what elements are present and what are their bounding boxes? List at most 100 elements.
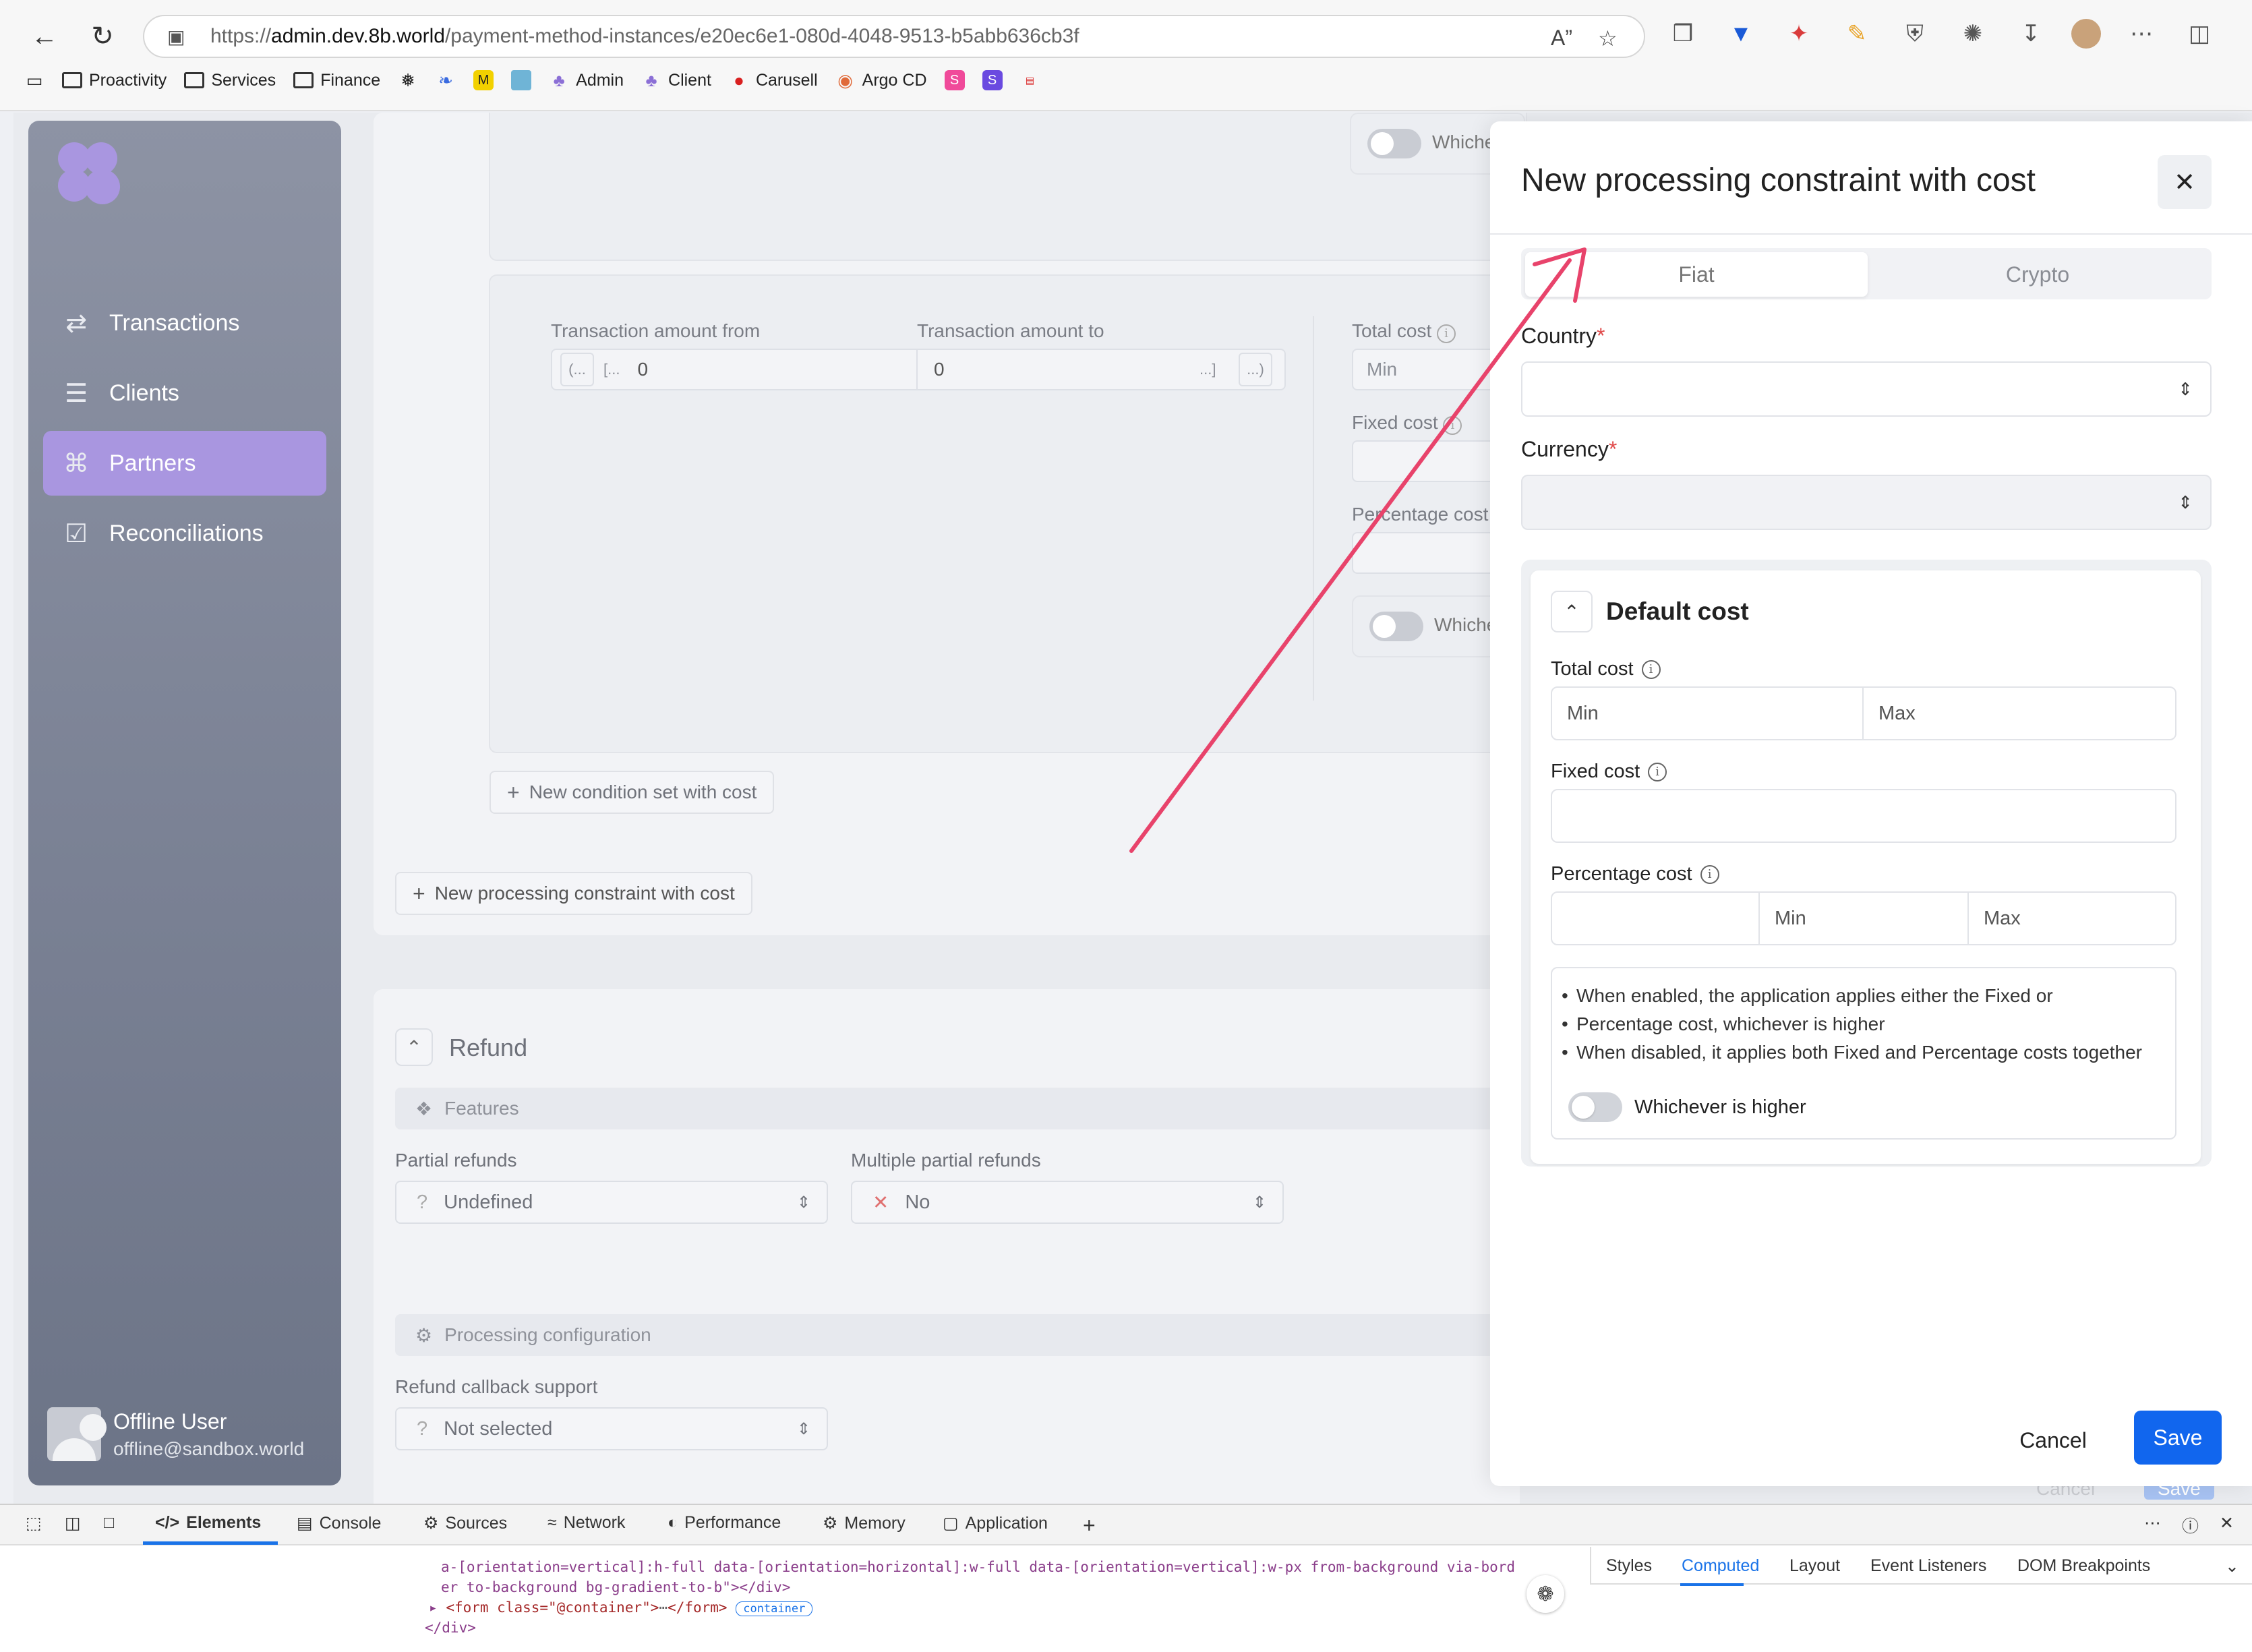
collections-icon[interactable]: ❒ [1665, 16, 1700, 51]
percentage-cost-label-bg: Percentage cost [1352, 504, 1489, 525]
container-badge[interactable]: container [736, 1601, 813, 1616]
tab-performance[interactable]: ◐ Performance [668, 1513, 781, 1533]
favorite-star-icon[interactable]: ☆ [1598, 26, 1618, 51]
fixed-cost-input[interactable] [1551, 789, 2176, 843]
multiple-partial-select[interactable]: ✕ No ⇕ [851, 1181, 1284, 1224]
puzzle-icon[interactable]: ✺ [1955, 16, 1990, 51]
app-logo[interactable] [58, 142, 125, 204]
tab-dom-breakpoints[interactable]: DOM Breakpoints [2017, 1556, 2150, 1576]
refund-callback-select[interactable]: ? Not selected ⇕ [395, 1407, 828, 1450]
chevron-up-icon[interactable]: ⌃ [1551, 591, 1593, 632]
site-info-icon[interactable]: ▣ [167, 26, 194, 48]
dom-line[interactable]: </div> [425, 1620, 476, 1636]
expand-triangle-icon[interactable]: ▸ [429, 1599, 438, 1616]
info-icon[interactable]: i [1700, 864, 1719, 884]
whichever-toggle[interactable] [1367, 129, 1421, 158]
bookmark-s-pink-icon[interactable]: S [944, 70, 965, 90]
dom-line[interactable]: a-[orientation=vertical]:h-full data-[or… [441, 1559, 1515, 1575]
save-button[interactable]: Save [2134, 1411, 2222, 1465]
bookmark-services[interactable]: Services [184, 71, 276, 90]
extension-v-icon[interactable]: ▼ [1723, 16, 1758, 51]
chevron-up-icon[interactable]: ⌃ [395, 1028, 433, 1066]
bookmark-m-icon[interactable]: M [473, 70, 494, 90]
upper-bound-open-toggle[interactable]: ...) [1239, 353, 1272, 386]
openai-icon[interactable]: ❅ [398, 70, 418, 90]
sidebar-item-reconciliations[interactable]: ☑ Reconciliations [43, 501, 326, 566]
whichever-higher-toggle[interactable] [1568, 1092, 1622, 1122]
new-condition-button[interactable]: + New condition set with cost [490, 771, 775, 814]
bookmark-map-icon[interactable] [511, 70, 532, 90]
tab-console[interactable]: ▤ Console [297, 1513, 381, 1533]
amount-from-value[interactable]: 0 [637, 359, 648, 380]
percentage-max-input[interactable]: Max [1967, 891, 2176, 945]
sidebar-toggle-icon[interactable]: ◫ [2182, 16, 2217, 51]
tab-elements[interactable]: </> Elements [155, 1513, 261, 1533]
back-icon[interactable]: ← [26, 18, 63, 55]
device-toolbar-icon[interactable]: ◫ [65, 1513, 81, 1533]
bookmark-news-icon[interactable]: ▤ [1020, 70, 1040, 90]
dom-line[interactable]: er to-background bg-gradient-to-b"></div… [441, 1579, 790, 1595]
sidebar-item-partners[interactable]: ⌘ Partners [43, 431, 326, 496]
bookmark-proactivity[interactable]: Proactivity [62, 71, 167, 90]
dom-line-form[interactable]: ▸ <form class="@container">⋯</form> cont… [429, 1599, 813, 1616]
tab-fiat[interactable]: Fiat [1525, 252, 1868, 297]
read-aloud-icon[interactable]: A” [1551, 26, 1572, 51]
more-menu-icon[interactable]: ⋯ [2124, 16, 2159, 51]
bookmark-argocd[interactable]: ◉ Argo CD [835, 70, 926, 90]
whichever-toggle[interactable] [1369, 612, 1423, 641]
tab-sources[interactable]: ⚙ Sources [423, 1513, 507, 1533]
cancel-button[interactable]: Cancel [2003, 1415, 2104, 1466]
bookmark-bird-icon[interactable]: ❧ [436, 70, 456, 90]
extension-bird-icon[interactable]: ✦ [1781, 16, 1816, 51]
tab-layout[interactable]: Layout [1789, 1556, 1840, 1576]
help-icon[interactable]: ⓘ [2182, 1513, 2199, 1537]
tab-network[interactable]: ≈ Network [547, 1513, 625, 1533]
extension-pen-icon[interactable]: ✎ [1839, 16, 1874, 51]
partial-refunds-select[interactable]: ? Undefined ⇕ [395, 1181, 828, 1224]
total-cost-max-input[interactable]: Max [1862, 686, 2176, 740]
tab-event-listeners[interactable]: Event Listeners [1870, 1556, 1986, 1576]
reload-icon[interactable]: ↻ [84, 18, 121, 55]
info-icon[interactable]: i [1648, 762, 1667, 781]
bookmark-admin[interactable]: ♣ Admin [549, 70, 624, 90]
new-constraint-button[interactable]: + New processing constraint with cost [395, 872, 752, 915]
amount-to-value[interactable]: 0 [934, 359, 945, 380]
user-profile[interactable]: Offline User offline@sandbox.world [47, 1407, 304, 1461]
total-cost-min-input[interactable]: Min [1551, 686, 1864, 740]
country-select[interactable]: ⇕ [1521, 361, 2212, 417]
shield-icon[interactable]: ⛨ [1897, 16, 1932, 51]
chevron-down-icon[interactable]: ⌄ [2225, 1556, 2239, 1576]
tab-application[interactable]: ▢ Application [943, 1513, 1048, 1533]
close-devtools-icon[interactable]: ✕ [2220, 1513, 2234, 1533]
bookmark-finance[interactable]: Finance [293, 71, 380, 90]
profile-avatar[interactable] [2071, 19, 2101, 49]
tab-styles[interactable]: Styles [1606, 1556, 1652, 1576]
lower-bound-closed-toggle[interactable]: [... [603, 361, 620, 378]
add-tab-icon[interactable]: + [1083, 1513, 1096, 1538]
currency-select[interactable]: ⇕ [1521, 475, 2212, 530]
ellipsis-icon[interactable]: ⋯ [659, 1599, 668, 1616]
lower-bound-open-toggle[interactable]: (... [560, 353, 594, 386]
bookmark-carusell[interactable]: ● Carusell [729, 70, 818, 90]
tab-crypto[interactable]: Crypto [1866, 252, 2209, 297]
reading-list-icon[interactable]: ▭ [24, 70, 45, 90]
close-icon[interactable]: ✕ [2158, 155, 2212, 209]
bookmark-client[interactable]: ♣ Client [641, 70, 711, 90]
tab-memory[interactable]: ⚙ Memory [823, 1513, 906, 1533]
address-bar[interactable]: ▣ https://admin.dev.8b.world/payment-met… [143, 15, 1645, 58]
sidebar-item-clients[interactable]: ☰ Clients [43, 361, 326, 425]
percentage-value-input[interactable] [1551, 891, 1760, 945]
upper-bound-closed-toggle[interactable]: ...] [1199, 361, 1216, 378]
downloads-icon[interactable]: ↧ [2013, 16, 2048, 51]
percentage-min-input[interactable]: Min [1758, 891, 1969, 945]
inspect-element-icon[interactable]: ⬚ [26, 1513, 42, 1533]
more-options-icon[interactable]: ⋯ [2144, 1513, 2161, 1533]
dock-icon[interactable]: □ [104, 1513, 114, 1533]
amount-range-input[interactable]: (... [... 0 0 ...] ...) [551, 349, 1286, 390]
tab-computed[interactable]: Computed [1682, 1556, 1759, 1576]
info-icon[interactable]: i [1641, 659, 1661, 679]
bookmark-s-purple-icon[interactable]: S [982, 70, 1003, 90]
accessibility-icon[interactable]: ❁ [1527, 1575, 1564, 1613]
url-text[interactable]: https://admin.dev.8b.world/payment-metho… [210, 25, 1079, 48]
sidebar-item-transactions[interactable]: ⇄ Transactions [43, 291, 326, 355]
